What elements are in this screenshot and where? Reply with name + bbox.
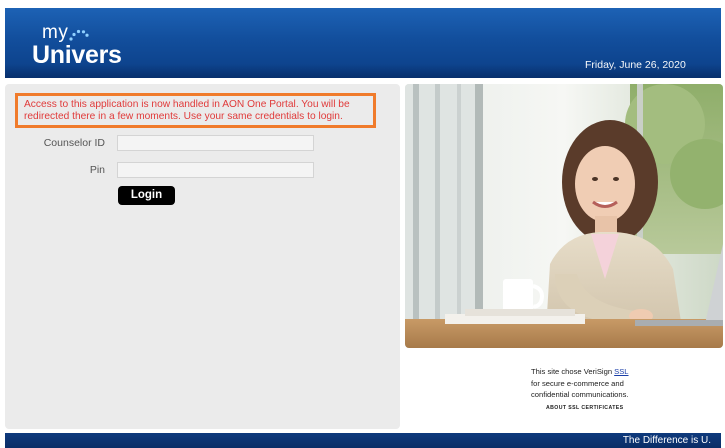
redirect-notice: Access to this application is now handle… <box>15 93 376 128</box>
login-button[interactable]: Login <box>118 186 175 205</box>
hero-photo <box>405 84 723 348</box>
counselor-id-label: Counselor ID <box>43 137 105 149</box>
logo-dots-icon <box>69 29 89 41</box>
myunivers-logo: my Univers <box>32 22 152 74</box>
ssl-link[interactable]: SSL <box>614 367 628 376</box>
footer-tagline: The Difference is U. <box>622 435 711 446</box>
counselor-id-input[interactable] <box>117 135 314 151</box>
woman-at-laptop-image <box>405 84 723 348</box>
logo-univers-text: Univers <box>32 41 122 69</box>
about-ssl-certificates-link[interactable]: ABOUT SSL CERTIFICATES <box>546 405 624 411</box>
ssl-info: This site chose VeriSign SSL for secure … <box>531 366 629 401</box>
current-date: Friday, June 26, 2020 <box>585 59 686 71</box>
notice-line-1: Access to this application is now handle… <box>24 99 350 110</box>
ssl-line-1: This site chose VeriSign SSL <box>531 366 629 378</box>
pin-label: Pin <box>89 164 105 176</box>
footer-bar: The Difference is U. <box>5 433 721 448</box>
ssl-line-1-text: This site chose VeriSign <box>531 367 615 376</box>
ssl-line-3: confidential communications. <box>531 390 629 399</box>
pin-input[interactable] <box>117 162 314 178</box>
ssl-line-2: for secure e-commerce and <box>531 378 624 388</box>
notice-line-2: redirected there in a few moments. Use y… <box>24 111 343 122</box>
header-banner: my Univers Friday, June 26, 2020 <box>5 8 721 78</box>
